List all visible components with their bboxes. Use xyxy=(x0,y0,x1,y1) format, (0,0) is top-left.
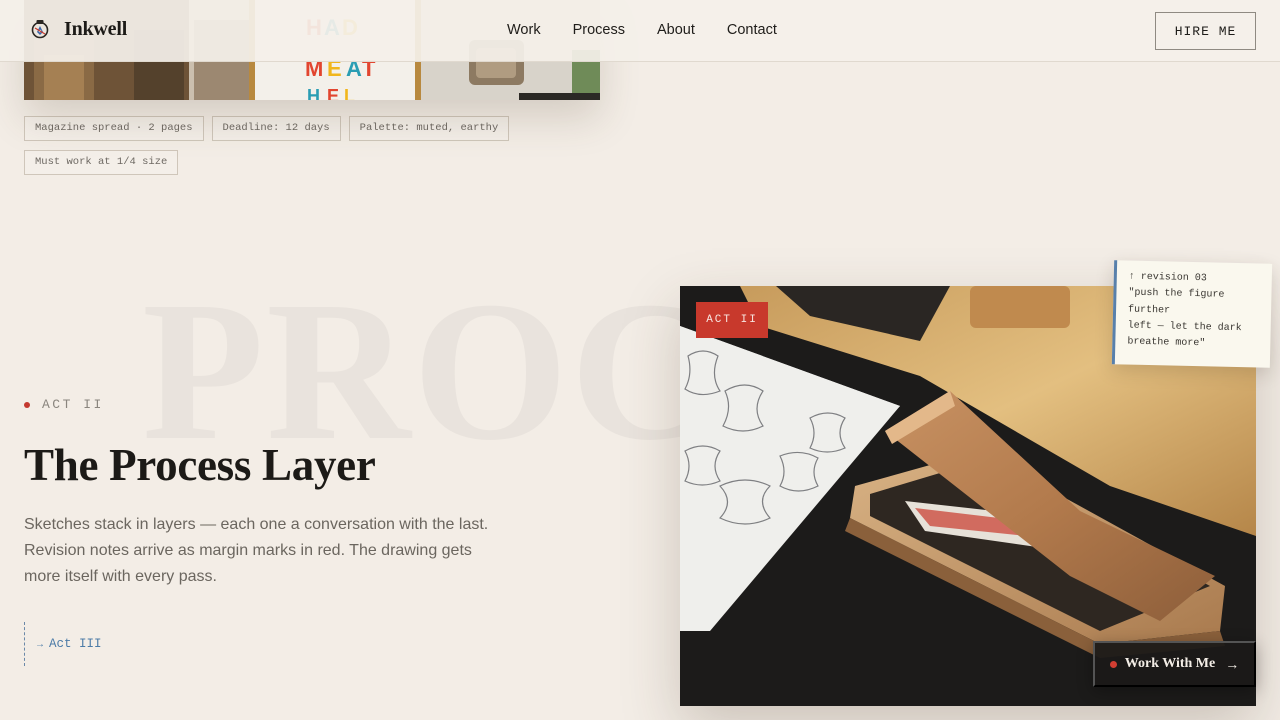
project-tags: Magazine spread · 2 pages Deadline: 12 d… xyxy=(24,116,544,175)
revision-note-text: ↑ revision 03 "push the figure further l… xyxy=(1127,271,1242,350)
next-act-link[interactable]: → Act III xyxy=(37,637,102,651)
arrow-right-icon: → xyxy=(1225,656,1240,672)
work-with-me-button[interactable]: Work With Me → xyxy=(1093,641,1256,687)
revision-note: ↑ revision 03 "push the figure further l… xyxy=(1111,260,1273,368)
svg-text:H: H xyxy=(307,86,320,100)
svg-text:E: E xyxy=(327,86,339,100)
site-header: Inkwell Work Process About Contact HIRE … xyxy=(0,0,1280,62)
act-label: ACT II xyxy=(24,397,104,412)
nav-about[interactable]: About xyxy=(657,22,695,38)
work-with-me-label: Work With Me xyxy=(1124,656,1216,671)
svg-text:L: L xyxy=(344,86,355,100)
section-description: Sketches stack in layers — each one a co… xyxy=(24,516,489,585)
act-label-text: ACT II xyxy=(42,397,104,412)
tag-format: Magazine spread · 2 pages xyxy=(24,116,204,141)
status-dot-icon xyxy=(1109,660,1117,668)
act-badge: ACT II xyxy=(696,302,768,338)
hire-me-button[interactable]: HIRE ME xyxy=(1155,12,1256,50)
section-title: The Process Layer xyxy=(24,440,376,490)
tag-palette: Palette: muted, earthy xyxy=(348,116,510,141)
nav-contact[interactable]: Contact xyxy=(727,22,777,38)
main-nav: Work Process About Contact xyxy=(507,22,777,38)
brand-name: Inkwell xyxy=(64,17,128,40)
act-dot-icon xyxy=(24,401,30,408)
tag-constraint: Must work at 1/4 size xyxy=(24,150,179,175)
nav-work[interactable]: Work xyxy=(507,22,541,38)
next-act-link-wrap: → Act III xyxy=(24,622,102,666)
nav-process[interactable]: Process xyxy=(573,22,625,38)
arrow-right-icon: → xyxy=(37,640,44,651)
ink-bottle-icon xyxy=(31,20,49,39)
tag-deadline: Deadline: 12 days xyxy=(211,116,341,141)
next-act-label: Act III xyxy=(49,637,102,651)
brand[interactable]: Inkwell xyxy=(28,17,127,41)
